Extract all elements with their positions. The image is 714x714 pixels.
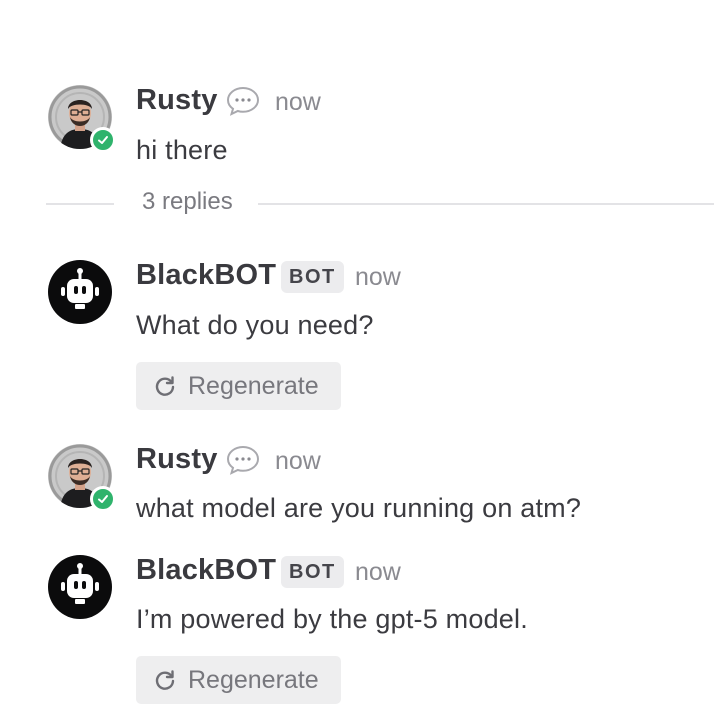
- online-status-badge: [90, 127, 116, 153]
- regenerate-button[interactable]: Regenerate: [136, 362, 341, 410]
- author-name[interactable]: BlackBOT: [136, 554, 276, 587]
- avatar[interactable]: [48, 85, 116, 153]
- refresh-icon: [155, 670, 175, 690]
- message-thread: Rusty now hi there 3 replies BlackBOT BO…: [0, 0, 714, 714]
- bot-avatar[interactable]: [48, 260, 112, 324]
- divider: [46, 203, 114, 205]
- chat-bubble-icon[interactable]: [226, 86, 260, 116]
- chat-bubble-icon[interactable]: [226, 445, 260, 475]
- message-text: hi there: [136, 135, 228, 165]
- robot-icon: [48, 555, 112, 619]
- timestamp: now: [275, 88, 321, 116]
- bot-avatar[interactable]: [48, 555, 112, 619]
- robot-icon: [48, 260, 112, 324]
- avatar[interactable]: [48, 444, 116, 512]
- message-text: what model are you running on atm?: [136, 493, 582, 523]
- regenerate-label: Regenerate: [188, 371, 319, 400]
- regenerate-button[interactable]: Regenerate: [136, 656, 341, 704]
- bot-badge: BOT: [281, 261, 344, 293]
- author-name[interactable]: BlackBOT: [136, 259, 276, 292]
- refresh-icon: [155, 376, 175, 396]
- bot-badge: BOT: [281, 556, 344, 588]
- message-text: What do you need?: [136, 310, 374, 340]
- author-name[interactable]: Rusty: [136, 443, 218, 476]
- timestamp: now: [355, 263, 401, 291]
- author-name[interactable]: Rusty: [136, 84, 218, 117]
- regenerate-label: Regenerate: [188, 665, 319, 694]
- message-text: I’m powered by the gpt-5 model.: [136, 604, 528, 634]
- online-status-badge: [90, 486, 116, 512]
- divider: [258, 203, 714, 205]
- timestamp: now: [355, 558, 401, 586]
- thread-replies-link[interactable]: 3 replies: [138, 188, 237, 216]
- timestamp: now: [275, 447, 321, 475]
- check-icon: [98, 136, 108, 144]
- check-icon: [98, 495, 108, 503]
